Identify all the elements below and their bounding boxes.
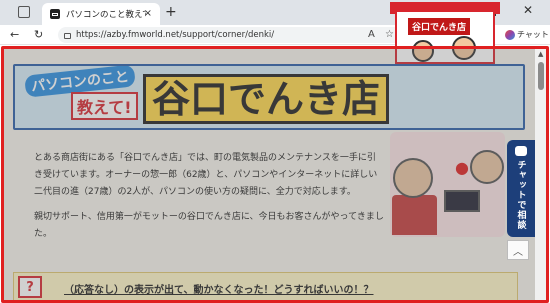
page-dim-overlay [3, 46, 535, 303]
tab-title: パソコンのこと教えて！谷口でんき店： [66, 10, 146, 20]
browser-tab[interactable]: パソコンのこと教えて！谷口でんき店： × [42, 3, 160, 25]
url-bar[interactable]: https://azby.fmworld.net/support/corner/… [58, 27, 418, 43]
chat-icon [515, 146, 527, 156]
scroll-up-arrow-icon[interactable]: ▲ [538, 50, 543, 58]
new-tab-button[interactable]: + [165, 4, 177, 20]
copilot-chat-button[interactable]: チャット [505, 29, 549, 40]
url-text: https://azby.fmworld.net/support/corner/… [76, 30, 275, 40]
reload-button[interactable]: ↻ [34, 28, 43, 41]
favorite-star-icon[interactable]: ☆ [385, 29, 394, 40]
site-favicon-icon [50, 9, 60, 19]
scroll-to-top-button[interactable]: ︿ [507, 240, 529, 260]
tab-close-icon[interactable]: × [144, 8, 152, 19]
window-menu-icon[interactable] [18, 6, 30, 18]
chat-consult-label: チャットで相談 [515, 160, 526, 230]
close-window-button[interactable]: ✕ [523, 3, 533, 17]
chat-consult-tab[interactable]: チャットで相談 [507, 140, 535, 237]
back-button[interactable]: ← [10, 28, 19, 41]
scrollbar-thumb[interactable] [538, 62, 544, 90]
copilot-chat-label: チャット [517, 30, 549, 39]
lock-icon [64, 33, 71, 39]
read-aloud-icon[interactable]: A [368, 29, 375, 40]
copilot-icon [505, 29, 515, 40]
shop-sign: 谷口でんき店 [408, 18, 471, 35]
